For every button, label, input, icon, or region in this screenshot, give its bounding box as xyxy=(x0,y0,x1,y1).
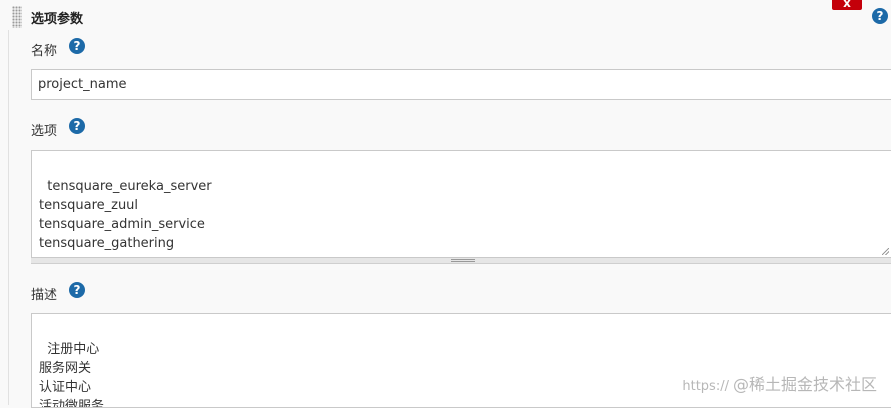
delete-parameter-button[interactable]: x xyxy=(832,0,862,10)
watermark-brand: @稀土掘金技术社区 xyxy=(732,375,877,394)
section-help-icon[interactable]: ? xyxy=(872,8,888,24)
resize-handle-icon xyxy=(451,259,475,262)
choices-textarea[interactable]: tensquare_eureka_server tensquare_zuul t… xyxy=(31,150,891,258)
section-title: 选项参数 xyxy=(31,12,84,27)
description-help-icon[interactable]: ? xyxy=(69,282,85,298)
section-divider xyxy=(8,30,9,405)
choices-label: 选项 xyxy=(31,124,58,139)
name-label: 名称 xyxy=(31,44,58,59)
choices-help-icon[interactable]: ? xyxy=(69,118,85,134)
watermark-url: https:// xyxy=(682,379,729,394)
textarea-resize-grip[interactable] xyxy=(882,248,889,255)
drag-handle[interactable] xyxy=(12,6,22,28)
watermark: https://@稀土掘金技术社区 xyxy=(682,371,877,395)
choices-text: tensquare_eureka_server tensquare_zuul t… xyxy=(39,179,212,251)
description-text: 注册中心 服务网关 认证中心 活动微服务 xyxy=(39,342,105,408)
name-help-icon[interactable]: ? xyxy=(69,38,85,54)
choices-resize-bar[interactable] xyxy=(31,258,891,264)
name-input[interactable] xyxy=(31,69,891,100)
description-label: 描述 xyxy=(31,288,58,303)
